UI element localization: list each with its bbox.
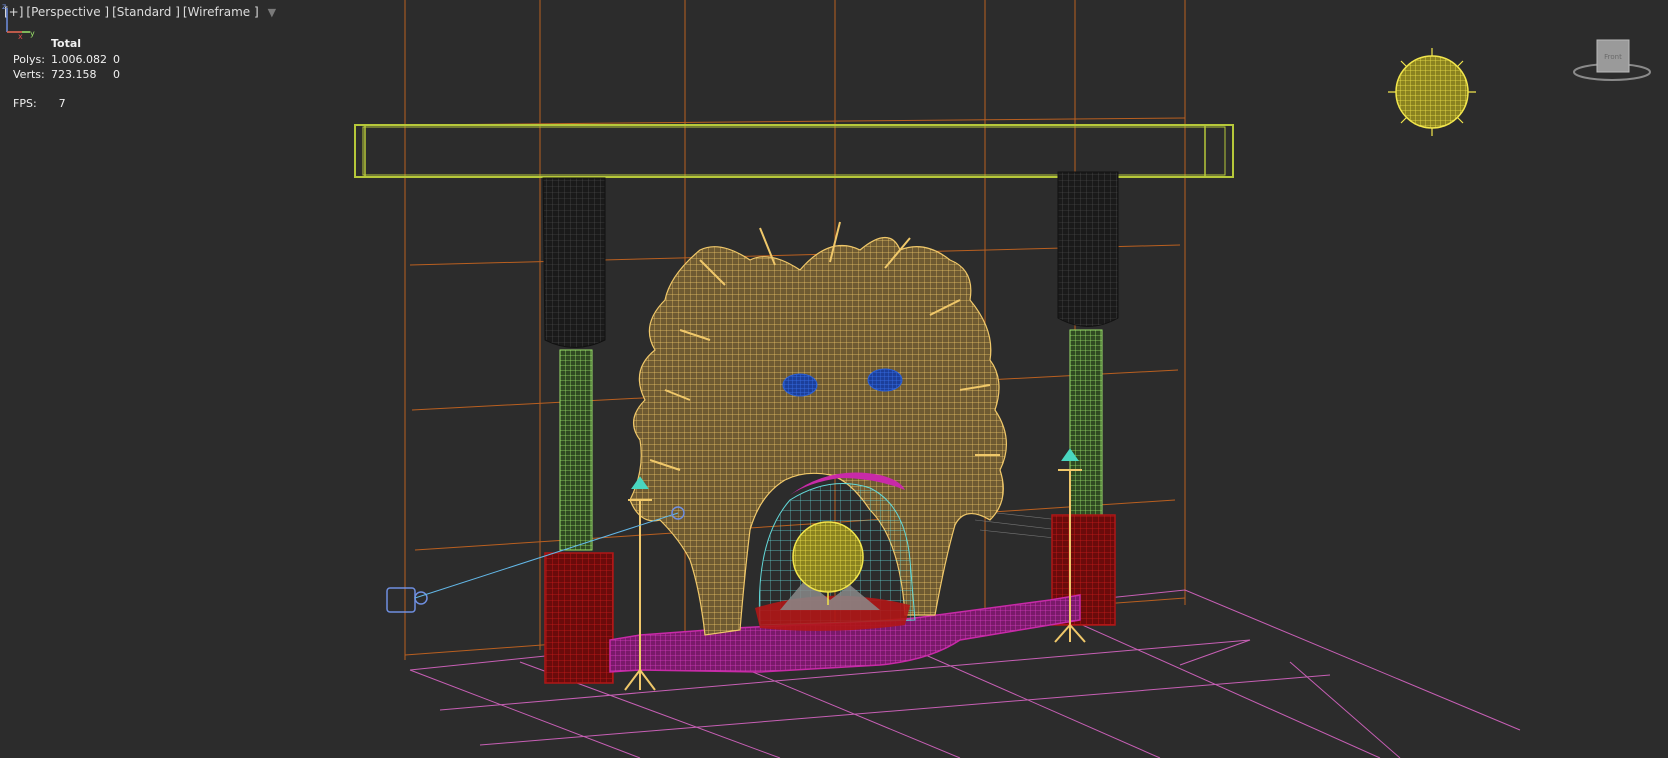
stats-row-verts: Verts: 723.158 0: [13, 67, 126, 83]
svg-text:y: y: [30, 29, 35, 38]
stats-total: 1.006.082: [50, 52, 107, 66]
svg-text:x: x: [18, 32, 23, 40]
viewport-scene: Front: [354, 0, 1651, 758]
stats-selected: 0: [112, 52, 120, 66]
right-column: [1051, 171, 1119, 626]
filter-icon[interactable]: ▼: [268, 6, 276, 19]
stats-label: Verts:: [13, 68, 45, 81]
mantel-beam: [354, 124, 1234, 178]
statistics-overlay: Total Polys: 1.006.082 0 Verts: 723.158 …: [13, 36, 126, 83]
stats-label: Polys:: [13, 52, 45, 66]
viewcube[interactable]: Front: [1573, 39, 1651, 81]
viewport-menu-wireframe[interactable]: [Wireframe ]: [183, 5, 259, 19]
sun-light-icon: [1388, 48, 1476, 136]
axis-tripod-icon: z y x: [2, 2, 35, 40]
fps-label: FPS:: [13, 97, 37, 110]
3d-viewport[interactable]: Front [+] [Perspective ] [Standard ] [Wi…: [0, 0, 1668, 758]
fps-value: 7: [58, 97, 66, 110]
stats-row-polys: Polys: 1.006.082 0: [13, 52, 126, 68]
viewport-label-menu: [+] [Perspective ] [Standard ] [Wirefram…: [4, 5, 276, 19]
stats-total: 723.158: [50, 68, 97, 81]
fps-readout: FPS: 7: [13, 97, 66, 110]
lion-eye-left: [782, 373, 818, 397]
lion-eye-right: [867, 368, 903, 392]
svg-text:Front: Front: [1604, 53, 1622, 61]
viewport-menu-standard[interactable]: [Standard ]: [112, 5, 180, 19]
left-column: [542, 177, 614, 684]
stats-header-total: Total: [50, 37, 82, 50]
svg-text:z: z: [2, 2, 6, 11]
stats-selected: 0: [112, 68, 120, 81]
